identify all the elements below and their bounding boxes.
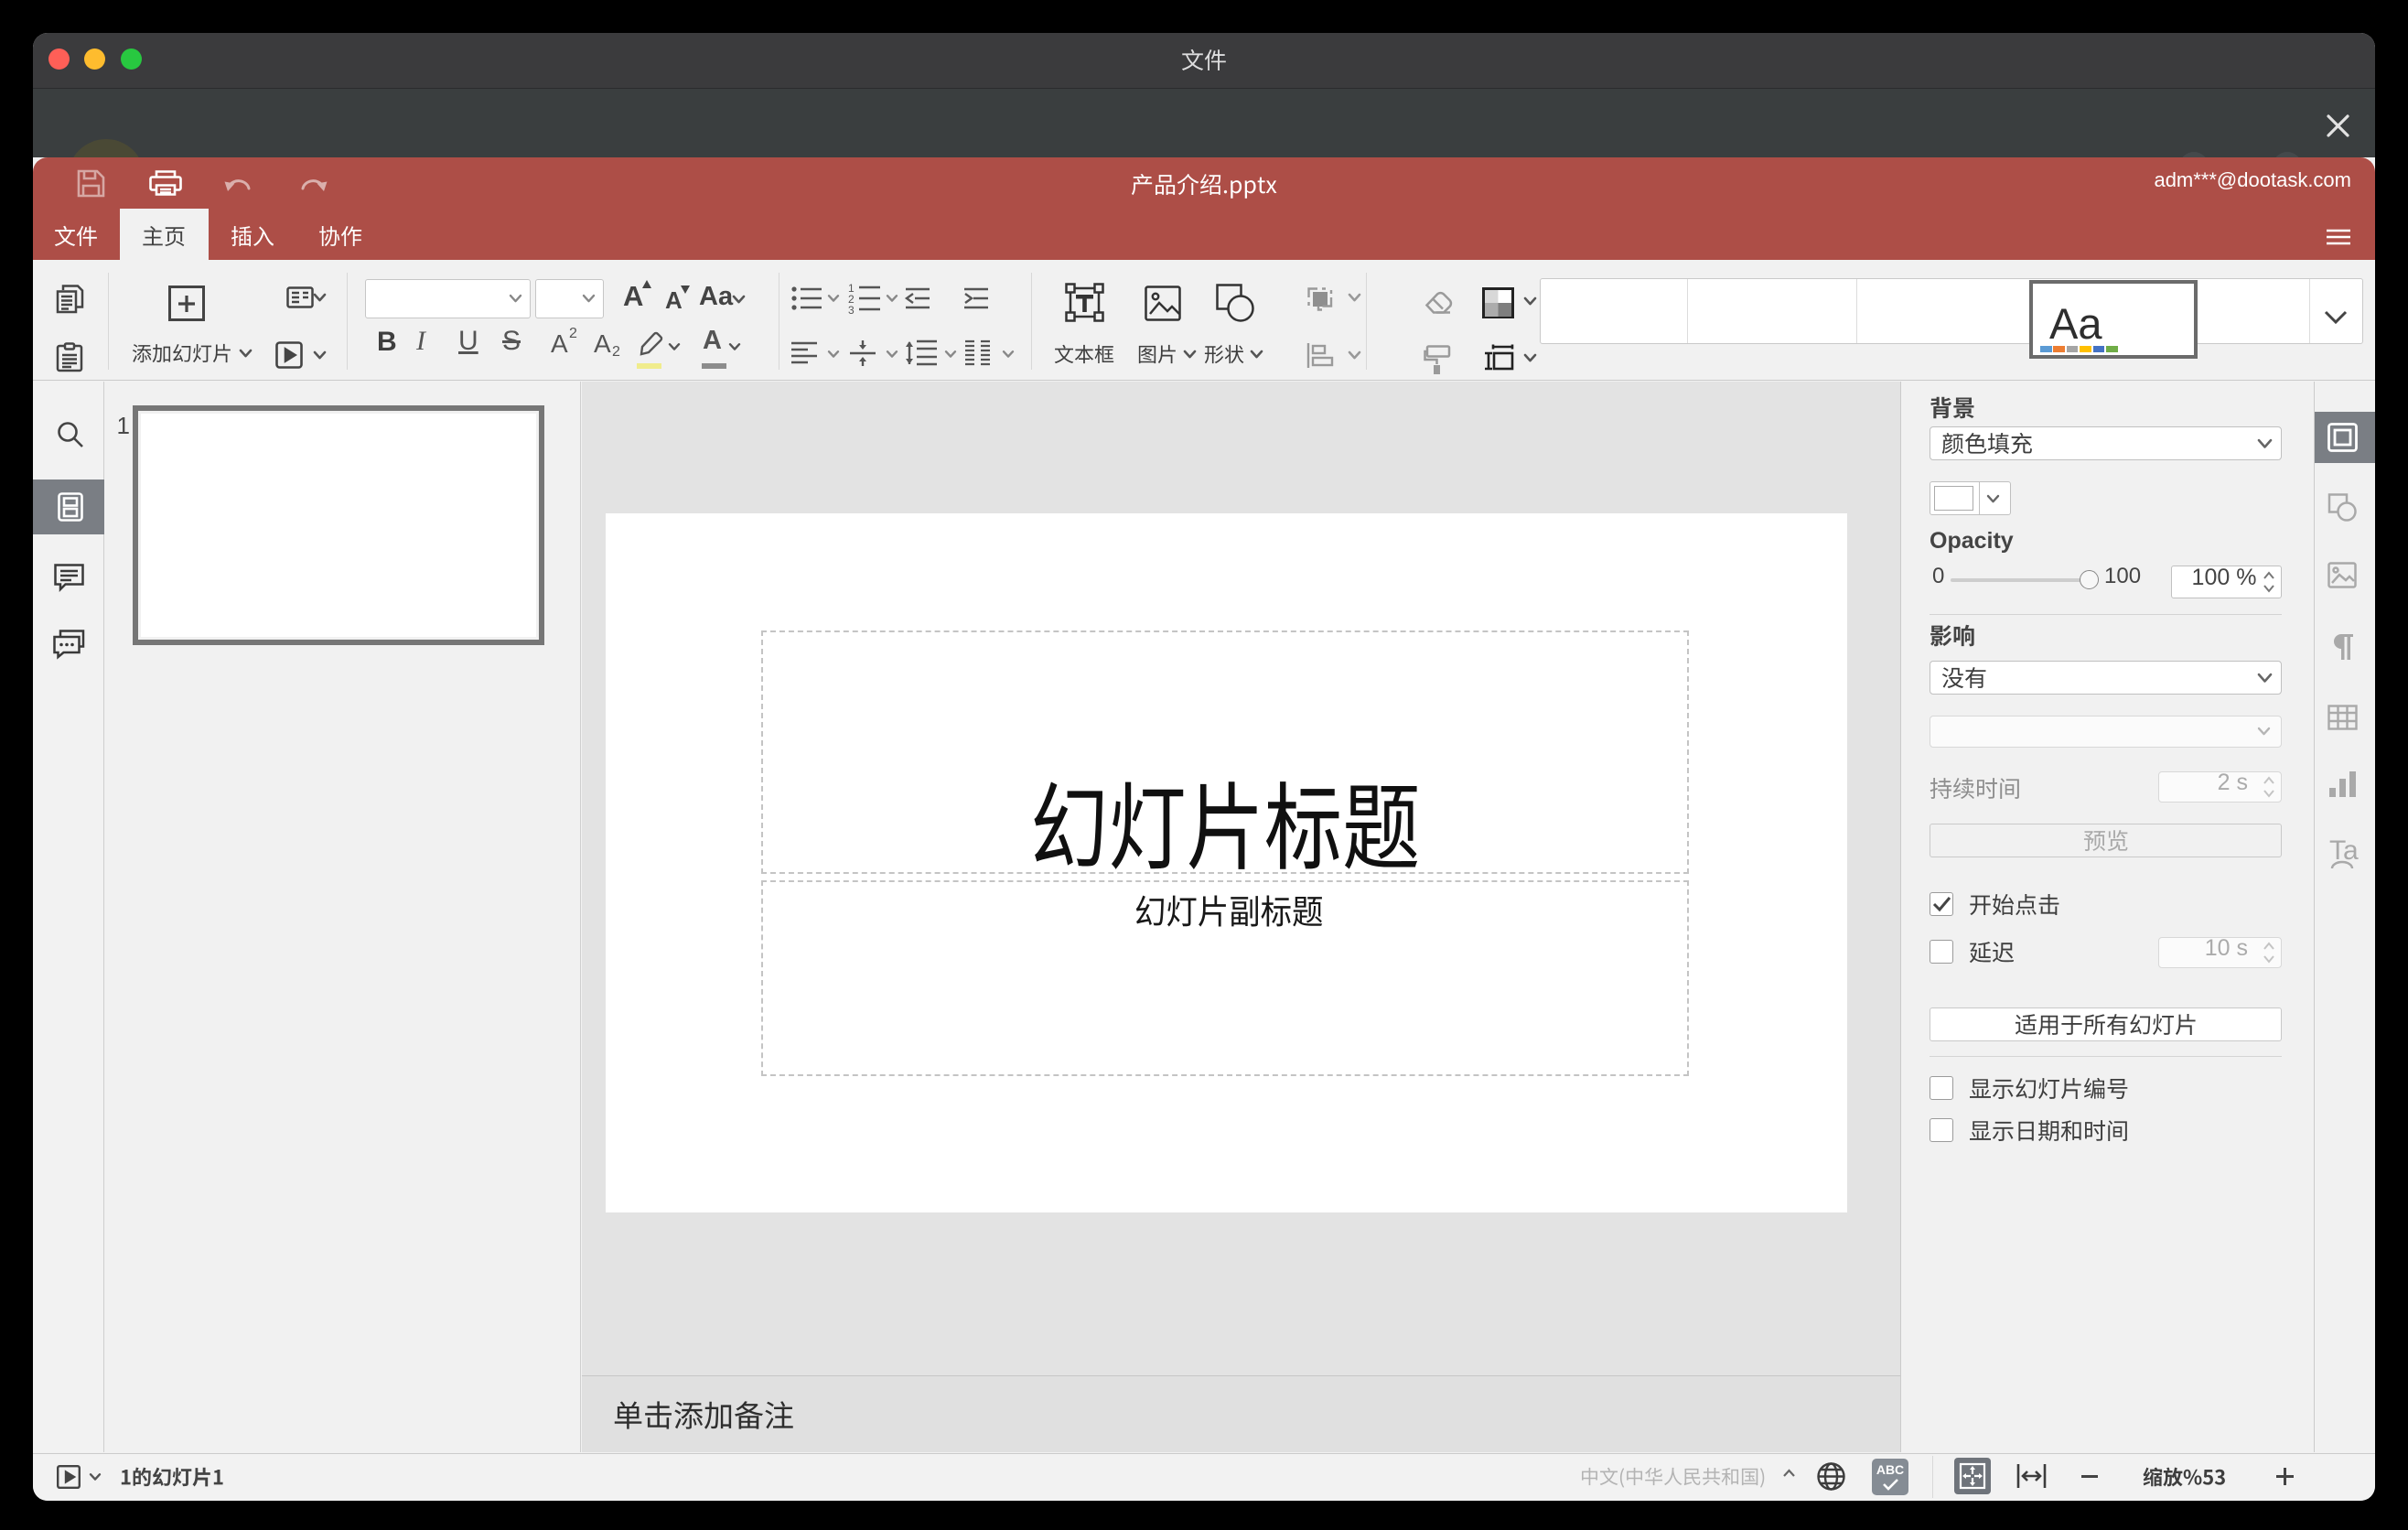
svg-text:3: 3	[848, 304, 855, 317]
